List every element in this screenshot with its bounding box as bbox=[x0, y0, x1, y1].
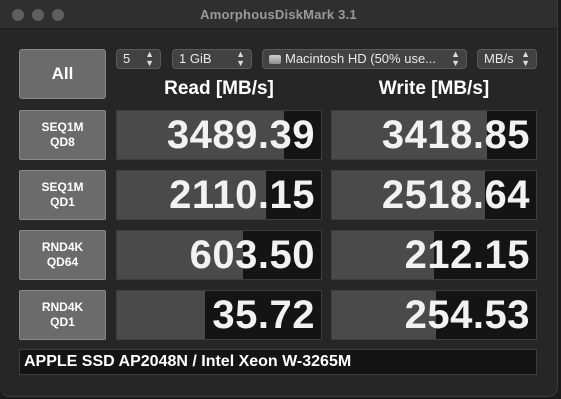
write-result-value: 2518.64 bbox=[381, 172, 530, 217]
write-result-value: 212.15 bbox=[404, 232, 530, 277]
test-size-select[interactable]: 1 GiB ▲ ▼ bbox=[172, 49, 252, 69]
read-result-cell: 3489.39 bbox=[116, 110, 322, 160]
write-result-cell: 254.53 bbox=[331, 290, 537, 340]
test-count-value: 5 bbox=[123, 51, 131, 66]
rnd4k-qd1-button[interactable]: RND4K QD1 bbox=[19, 290, 106, 340]
seq1m-qd1-button[interactable]: SEQ1M QD1 bbox=[19, 170, 106, 220]
test-size-value: 1 GiB bbox=[179, 51, 212, 66]
read-result-value: 2110.15 bbox=[169, 172, 315, 217]
write-result-cell: 3418.85 bbox=[331, 110, 537, 160]
app-window: AmorphousDiskMark 3.1 All 5 ▲ ▼ 1 GiB ▲ ▼ … bbox=[0, 0, 558, 397]
read-result-cell: 35.72 bbox=[116, 290, 322, 340]
write-result-cell: 212.15 bbox=[331, 230, 537, 280]
target-disk-select[interactable]: Macintosh HD (50% use... ▲ ▼ bbox=[262, 49, 467, 69]
read-result-value: 603.50 bbox=[189, 232, 315, 277]
row-label-line1: RND4K bbox=[41, 240, 84, 254]
write-result-value: 254.53 bbox=[404, 292, 530, 337]
read-column-header: Read [MB/s] bbox=[164, 78, 274, 99]
chevron-updown-icon: ▲ ▼ bbox=[145, 49, 154, 68]
chevron-updown-icon: ▲ ▼ bbox=[236, 49, 245, 68]
row-label-line1: RND4K bbox=[41, 300, 84, 314]
chevron-updown-icon: ▲ ▼ bbox=[521, 49, 530, 68]
write-result-cell: 2518.64 bbox=[331, 170, 537, 220]
read-result-cell: 603.50 bbox=[116, 230, 322, 280]
row-label-line2: QD1 bbox=[50, 195, 75, 209]
row-label-line2: QD8 bbox=[50, 135, 75, 149]
unit-select[interactable]: MB/s ▲ ▼ bbox=[477, 49, 537, 69]
row-label-line2: QD1 bbox=[50, 315, 75, 329]
read-result-value: 3489.39 bbox=[166, 112, 315, 157]
seq1m-qd8-button[interactable]: SEQ1M QD8 bbox=[19, 110, 106, 160]
row-label-line2: QD64 bbox=[46, 255, 79, 269]
hard-disk-icon bbox=[269, 55, 281, 64]
run-all-button[interactable]: All bbox=[19, 49, 106, 99]
window-title: AmorphousDiskMark 3.1 bbox=[200, 7, 357, 22]
row-label-line1: SEQ1M bbox=[41, 180, 84, 194]
read-result-cell: 2110.15 bbox=[116, 170, 322, 220]
write-column-header: Write [MB/s] bbox=[378, 78, 490, 99]
write-result-value: 3418.85 bbox=[381, 112, 530, 157]
title-bar: AmorphousDiskMark 3.1 bbox=[0, 0, 557, 29]
device-info-status: APPLE SSD AP2048N / Intel Xeon W-3265M bbox=[19, 349, 537, 375]
unit-value: MB/s bbox=[484, 51, 514, 66]
read-result-value: 35.72 bbox=[212, 292, 315, 337]
read-progress-bar bbox=[117, 291, 205, 339]
row-label-line1: SEQ1M bbox=[41, 120, 84, 134]
rnd4k-qd64-button[interactable]: RND4K QD64 bbox=[19, 230, 106, 280]
test-count-select[interactable]: 5 ▲ ▼ bbox=[116, 49, 161, 69]
chevron-updown-icon: ▲ ▼ bbox=[451, 49, 460, 68]
target-disk-value: Macintosh HD (50% use... bbox=[285, 51, 437, 66]
